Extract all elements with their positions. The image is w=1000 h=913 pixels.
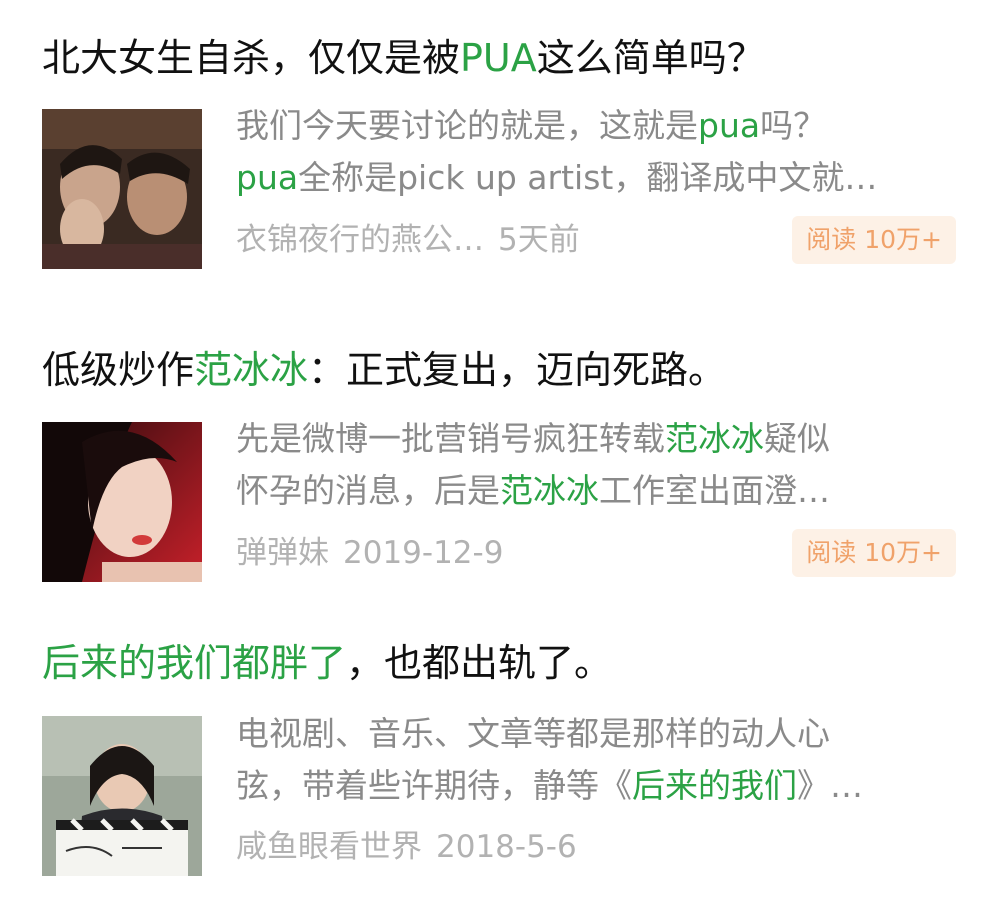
summary-text: 先是微博一批营销号疯狂转载 <box>236 419 665 458</box>
title-text: 低级炒作 <box>42 348 195 392</box>
article-meta: 衣锦夜行的燕公… 5天前 <box>236 220 580 260</box>
summary-text: 弦，带着些许期待，静等《 <box>236 766 632 805</box>
summary-line: 我们今天要讨论的就是，这就是pua吗？ <box>236 100 956 152</box>
summary-line: 电视剧、音乐、文章等都是那样的动人心 <box>236 708 956 760</box>
summary-highlight: pua <box>236 158 299 197</box>
publish-date: 5天前 <box>498 222 580 258</box>
publish-date: 2019-12-9 <box>343 535 504 571</box>
article-summary: 我们今天要讨论的就是，这就是pua吗？ pua全称是pick up artist… <box>236 100 956 204</box>
summary-highlight: 范冰冰 <box>500 471 599 510</box>
publish-date: 2018-5-6 <box>436 829 577 865</box>
title-text: ：正式复出，迈向死路。 <box>308 348 727 392</box>
summary-text: 我们今天要讨论的就是，这就是 <box>236 106 698 145</box>
woman-portrait-photo-icon[interactable] <box>42 422 202 582</box>
title-highlight: 后来的我们都胖了 <box>42 641 347 685</box>
summary-text: 全称是pick up artist，翻译成中文就… <box>298 158 878 197</box>
summary-text: 》… <box>797 766 863 805</box>
article-meta: 咸鱼眼看世界 2018-5-6 <box>236 827 577 867</box>
article-summary: 电视剧、音乐、文章等都是那样的动人心 弦，带着些许期待，静等《后来的我们》… <box>236 708 956 812</box>
article-summary: 先是微博一批营销号疯狂转载范冰冰疑似 怀孕的消息，后是范冰冰工作室出面澄… <box>236 413 956 517</box>
title-text: ，也都出轨了。 <box>346 641 613 685</box>
author-name: 衣锦夜行的燕公… <box>236 222 484 258</box>
two-faces-photo-icon[interactable] <box>42 109 202 269</box>
summary-highlight: 后来的我们 <box>632 766 797 805</box>
author-name: 弹弹妹 <box>236 535 329 571</box>
title-highlight: PUA <box>460 36 537 80</box>
summary-text: 疑似 <box>764 419 830 458</box>
article-meta: 弹弹妹 2019-12-9 <box>236 533 503 573</box>
clapperboard-photo-icon[interactable] <box>42 716 202 876</box>
summary-highlight: 范冰冰 <box>665 419 764 458</box>
summary-line: 先是微博一批营销号疯狂转载范冰冰疑似 <box>236 413 956 465</box>
summary-line: pua全称是pick up artist，翻译成中文就… <box>236 152 956 204</box>
author-name: 咸鱼眼看世界 <box>236 829 422 865</box>
summary-text: 电视剧、音乐、文章等都是那样的动人心 <box>236 714 830 753</box>
article-title[interactable]: 低级炒作范冰冰：正式复出，迈向死路。 <box>42 348 726 392</box>
read-count-badge: 阅读 10万+ <box>792 216 956 264</box>
summary-highlight: pua <box>698 106 761 145</box>
summary-line: 怀孕的消息，后是范冰冰工作室出面澄… <box>236 465 956 517</box>
title-text: 这么简单吗？ <box>536 36 765 80</box>
read-count-badge: 阅读 10万+ <box>792 529 956 577</box>
summary-text: 工作室出面澄… <box>599 471 830 510</box>
article-title[interactable]: 北大女生自杀，仅仅是被PUA这么简单吗？ <box>42 36 765 80</box>
article-title[interactable]: 后来的我们都胖了，也都出轨了。 <box>42 641 612 685</box>
summary-line: 弦，带着些许期待，静等《后来的我们》… <box>236 760 956 812</box>
summary-text: 怀孕的消息，后是 <box>236 471 500 510</box>
title-text: 北大女生自杀，仅仅是被 <box>42 36 461 80</box>
summary-text: 吗？ <box>760 106 827 145</box>
title-highlight: 范冰冰 <box>194 348 309 392</box>
